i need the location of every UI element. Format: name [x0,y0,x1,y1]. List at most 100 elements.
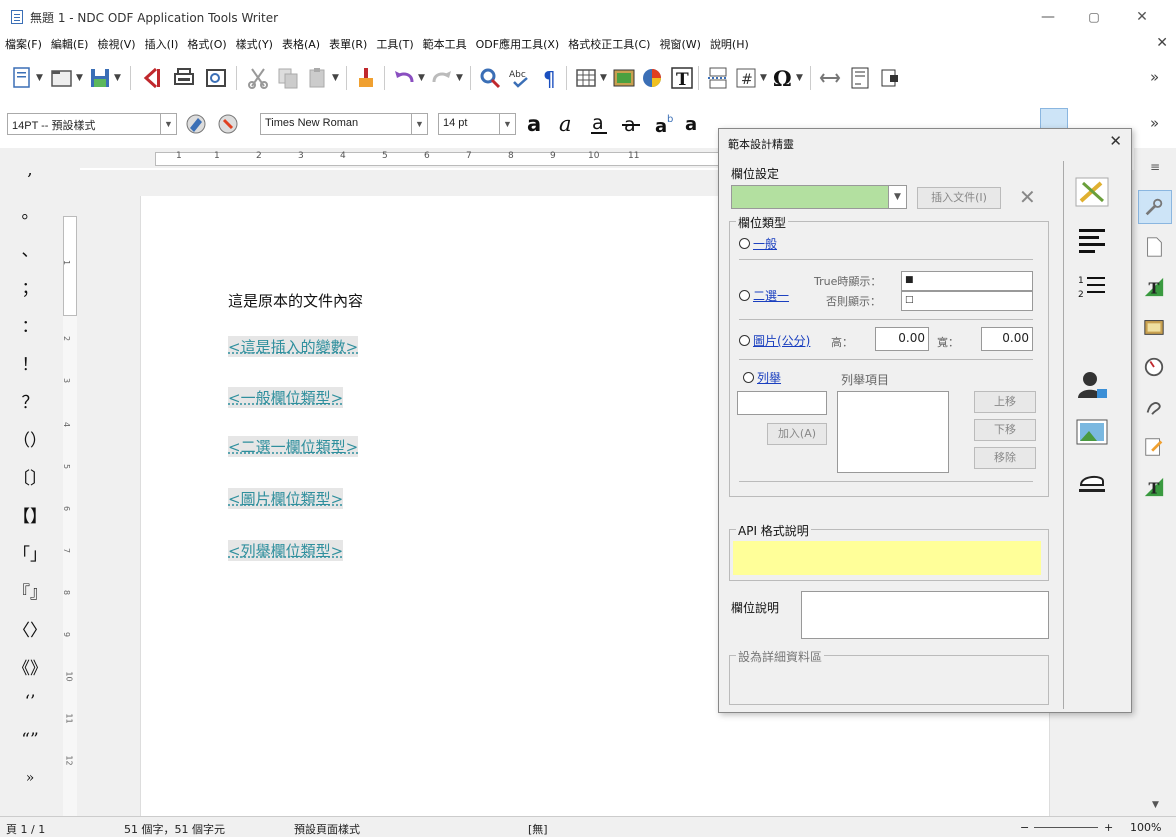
menu-view[interactable]: 檢視(V) [92,33,139,52]
insert-document-button[interactable]: 插入文件(I) [917,187,1001,209]
menu-format-correction[interactable]: 格式校正工具(C) [563,33,654,52]
symbol-exclamation[interactable]: ！ [0,350,60,375]
clear-icon[interactable]: ✕ [1019,185,1036,209]
menu-template-tools[interactable]: 範本工具 [418,33,471,52]
symbol-tortoise-brackets[interactable]: 〔〕 [0,464,60,489]
menu-insert[interactable]: 插入(I) [140,33,183,52]
menu-styles[interactable]: 樣式(Y) [231,33,277,52]
template-field-general[interactable]: <一般欄位類型> [228,387,344,408]
navigator-icon[interactable] [1143,356,1165,378]
chevron-down-icon[interactable]: ▼ [760,73,767,83]
paste-icon[interactable] [306,66,330,90]
page-break-icon[interactable] [706,66,730,90]
symbol-period[interactable]: 。 [0,198,60,223]
remove-button[interactable]: 移除 [974,447,1036,469]
open-folder-icon[interactable] [50,66,74,90]
align-left-icon[interactable] [1075,225,1109,255]
menu-help[interactable]: 說明(H) [705,33,753,52]
print-preview-icon[interactable] [204,66,228,90]
chevron-down-icon[interactable]: ▼ [114,73,121,83]
chevron-down-icon[interactable]: ▼ [1152,800,1159,810]
template-field-binary[interactable]: <二選一欄位類型> [228,436,359,457]
toolbar-overflow[interactable]: » [1150,114,1159,132]
template-field-enum[interactable]: <列舉欄位類型> [228,540,344,561]
strikethrough-icon[interactable]: a [620,112,644,136]
chevron-down-icon[interactable]: ▼ [160,114,176,134]
menu-file[interactable]: 檔案(F) [0,33,46,52]
maximize-button[interactable]: ▢ [1079,6,1109,28]
symbol-semicolon[interactable]: ； [0,274,60,299]
menu-window[interactable]: 視窗(W) [654,33,704,52]
image-icon[interactable] [1075,417,1109,447]
chevron-down-icon[interactable]: ▼ [76,73,83,83]
numbered-list-icon[interactable]: 12 [1075,271,1109,301]
symbol-double-quotes[interactable]: “” [0,730,60,750]
clone-formatting-icon[interactable] [354,66,378,90]
document-close-button[interactable]: ✕ [1156,35,1168,51]
menu-edit[interactable]: 編輯(E) [46,33,93,52]
footnote-icon[interactable] [848,66,872,90]
move-down-button[interactable]: 下移 [974,419,1036,441]
radio-general[interactable]: 一般 [739,235,777,252]
field-description-input[interactable] [801,591,1049,639]
design-tools-icon[interactable] [1075,177,1109,207]
paragraph-style-select[interactable]: 14PT -- 預設樣式 ▼ [7,113,177,135]
dialog-close-button[interactable]: ✕ [1109,132,1122,150]
print-icon[interactable] [172,66,196,90]
detail-area-group[interactable]: 設為詳細資料區 [729,648,1049,705]
special-character-icon[interactable]: Ω [770,66,794,90]
menu-form[interactable]: 表單(R) [324,33,371,52]
symbol-enumeration-comma[interactable]: 、 [0,236,60,261]
menu-format[interactable]: 格式(O) [182,33,230,52]
formatting-marks-icon[interactable]: ¶ [538,66,562,90]
stapler-icon[interactable] [1075,465,1109,495]
chevron-down-icon[interactable]: ▼ [456,73,463,83]
zoom-in-button[interactable]: + [1104,821,1113,834]
sidebar-menu-icon[interactable]: ≡ [1150,160,1160,174]
symbol-double-angle-brackets[interactable]: 《》 [0,654,60,679]
save-icon[interactable] [88,66,112,90]
template-field-variable[interactable]: <這是插入的變數> [228,336,359,357]
chevron-down-icon[interactable]: ▼ [418,73,425,83]
zoom-level[interactable]: 100% [1130,821,1161,834]
document-paragraph[interactable]: 這是原本的文件內容 [228,290,363,311]
cut-icon[interactable] [246,66,270,90]
symbol-colon[interactable]: ： [0,312,60,337]
else-display-input[interactable]: □ [901,291,1033,311]
insert-textbox-icon[interactable]: T [670,66,694,90]
height-input[interactable]: 0.00 [875,327,929,351]
insert-image-icon[interactable] [612,66,636,90]
hyperlink-icon[interactable] [818,66,842,90]
underline-icon[interactable]: a [588,112,612,136]
radio-image[interactable]: 圖片(公分) [739,332,810,349]
update-style-icon[interactable] [184,112,208,136]
user-icon[interactable] [1075,369,1109,399]
chevron-down-icon[interactable]: ▼ [36,73,43,83]
undo-icon[interactable] [392,66,416,90]
radio-enum[interactable]: 列舉 [743,369,781,386]
wrench-icon[interactable] [1143,196,1165,218]
symbol-white-corner-brackets[interactable]: 『』 [0,578,60,603]
field-name-combo[interactable]: ▼ [731,185,907,209]
template-field-image[interactable]: <圖片欄位類型> [228,488,344,509]
design-icon[interactable]: T [1143,476,1165,498]
insert-field-icon[interactable]: # [734,66,758,90]
symbol-corner-brackets[interactable]: 「」 [0,540,60,565]
symbol-parentheses[interactable]: （） [0,426,60,451]
chevron-down-icon[interactable]: ▼ [888,186,906,208]
chevron-down-icon[interactable]: ▼ [411,114,427,134]
find-replace-icon[interactable] [478,66,502,90]
spelling-icon[interactable]: Abc [508,66,532,90]
add-button[interactable]: 加入(A) [767,423,827,445]
comment-icon[interactable] [878,66,902,90]
radio-binary[interactable]: 二選一 [739,287,789,304]
symbol-single-quotes[interactable]: ‘’ [0,692,60,712]
symbol-comma[interactable]: , [0,160,60,180]
export-pdf-icon[interactable] [140,66,164,90]
menu-tools[interactable]: 工具(T) [371,33,417,52]
copy-icon[interactable] [276,66,300,90]
new-style-icon[interactable] [216,112,240,136]
zoom-out-button[interactable]: − [1020,821,1029,834]
font-size-select[interactable]: 14 pt ▼ [438,113,516,135]
chevron-down-icon[interactable]: ▼ [796,73,803,83]
